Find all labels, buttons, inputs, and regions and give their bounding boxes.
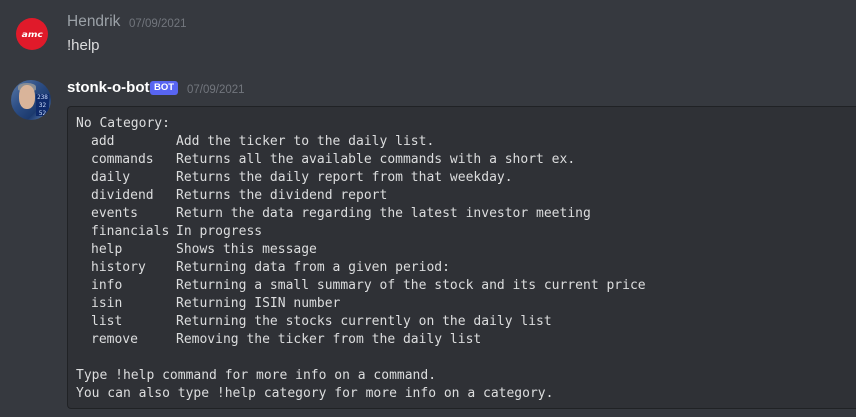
command-description: Return the data regarding the latest inv… [176, 206, 591, 221]
message-timestamp: 07/09/2021 [129, 18, 187, 30]
avatar-screen-line: 238 [37, 94, 48, 101]
command-name: events [91, 206, 138, 221]
bot-badge: BOT [150, 81, 179, 95]
help-codeblock: No Category: add Add the ticker to the d… [67, 106, 856, 409]
command-name: help [91, 242, 123, 257]
message-content: !help [67, 37, 100, 54]
command-description: Returns the daily report from that weekd… [176, 170, 513, 185]
command-name: info [91, 278, 123, 293]
command-description: Add the ticker to the daily list. [176, 134, 435, 149]
command-description: Returning the stocks currently on the da… [176, 314, 552, 329]
avatar-logo-text: amc [21, 29, 43, 39]
codeblock-footer-line: You can also type !help category for mor… [76, 386, 554, 401]
amc-logo-icon[interactable]: amc [16, 18, 48, 50]
bot-avatar-icon[interactable]: 238 32 52 [11, 80, 51, 120]
command-description: In progress [176, 224, 263, 239]
message-timestamp: 07/09/2021 [187, 84, 245, 96]
chat-view: amc Hendrik 07/09/2021 !help 238 32 52 s… [0, 0, 856, 417]
command-description: Returns all the available commands with … [176, 152, 576, 167]
command-name: commands [91, 152, 154, 167]
command-name: isin [91, 296, 123, 311]
command-description: Returns the dividend report [176, 188, 388, 203]
command-name: daily [91, 170, 131, 185]
command-description: Returning a small summary of the stock a… [176, 278, 646, 293]
command-description: Returning data from a given period: [176, 260, 450, 275]
command-name: add [91, 134, 115, 149]
command-name: list [91, 314, 123, 329]
command-name: financials [91, 224, 170, 239]
avatar-screen: 238 32 52 [36, 94, 49, 117]
avatar-screen-line: 52 [38, 110, 47, 117]
avatar-screen-line: 32 [38, 102, 47, 109]
command-name: history [91, 260, 146, 275]
codeblock-heading: No Category: [76, 116, 170, 131]
username-bot[interactable]: stonk-o-bot [67, 79, 149, 97]
command-name: dividend [91, 188, 154, 203]
command-name: remove [91, 332, 138, 347]
command-description: Shows this message [176, 242, 317, 257]
avatar-face [19, 85, 35, 109]
username-hendrik[interactable]: Hendrik [67, 13, 120, 31]
command-description: Returning ISIN number [176, 296, 341, 311]
command-description: Removing the ticker from the daily list [176, 332, 482, 347]
codeblock-footer-line: Type !help command for more info on a co… [76, 368, 437, 383]
